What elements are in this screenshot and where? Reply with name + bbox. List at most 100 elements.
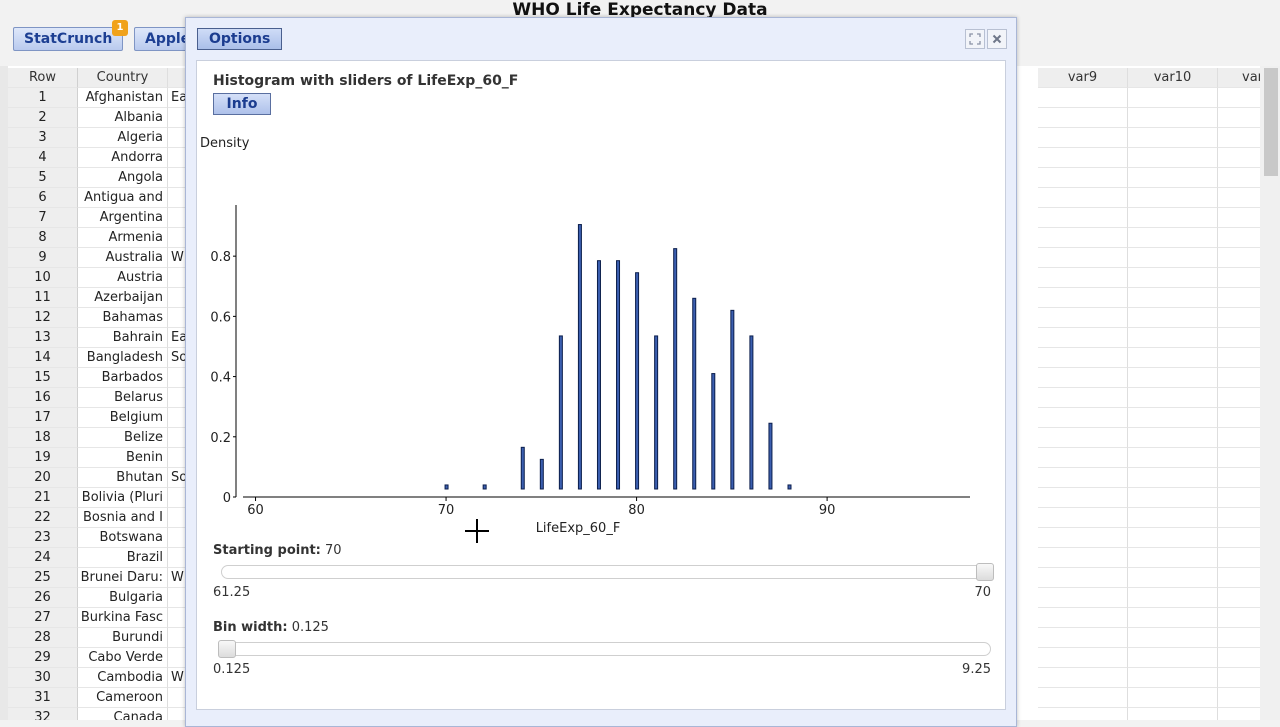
country-cell[interactable]: Brunei Daru:: [78, 568, 168, 588]
row-number-cell[interactable]: 10: [8, 268, 78, 288]
row-number-cell[interactable]: 23: [8, 528, 78, 548]
empty-cell[interactable]: [1038, 308, 1128, 328]
empty-cell[interactable]: [1128, 288, 1218, 308]
country-cell[interactable]: Benin: [78, 448, 168, 468]
empty-cell[interactable]: [1128, 328, 1218, 348]
histogram-bar[interactable]: [711, 373, 716, 490]
country-cell[interactable]: Belarus: [78, 388, 168, 408]
histogram-bar[interactable]: [596, 260, 601, 490]
grid-vertical-scrollbar[interactable]: [1260, 66, 1280, 720]
starting-point-slider[interactable]: [221, 563, 994, 581]
histogram-bar[interactable]: [616, 260, 621, 490]
empty-cell[interactable]: [1038, 228, 1128, 248]
row-number-cell[interactable]: 2: [8, 108, 78, 128]
empty-cell[interactable]: [1128, 388, 1218, 408]
row-number-cell[interactable]: 3: [8, 128, 78, 148]
country-cell[interactable]: Argentina: [78, 208, 168, 228]
empty-cell[interactable]: [1038, 348, 1128, 368]
maximize-icon[interactable]: [965, 29, 985, 49]
scrollbar-thumb[interactable]: [1264, 68, 1278, 176]
empty-cell[interactable]: [1128, 308, 1218, 328]
country-cell[interactable]: Bolivia (Pluri: [78, 488, 168, 508]
empty-cell[interactable]: [1038, 448, 1128, 468]
histogram-bar[interactable]: [692, 297, 697, 490]
header-var10[interactable]: var10: [1128, 68, 1218, 88]
row-number-cell[interactable]: 6: [8, 188, 78, 208]
row-number-cell[interactable]: 14: [8, 348, 78, 368]
row-number-cell[interactable]: 24: [8, 548, 78, 568]
country-cell[interactable]: Azerbaijan: [78, 288, 168, 308]
empty-cell[interactable]: [1038, 568, 1128, 588]
empty-cell[interactable]: [1128, 228, 1218, 248]
header-var9[interactable]: var9: [1038, 68, 1128, 88]
empty-cell[interactable]: [1128, 168, 1218, 188]
country-cell[interactable]: Bangladesh: [78, 348, 168, 368]
starting-point-handle[interactable]: [976, 563, 994, 581]
bin-width-handle[interactable]: [218, 640, 236, 658]
row-number-cell[interactable]: 21: [8, 488, 78, 508]
country-cell[interactable]: Bahrain: [78, 328, 168, 348]
empty-cell[interactable]: [1038, 648, 1128, 668]
country-cell[interactable]: Antigua and: [78, 188, 168, 208]
histogram-bar[interactable]: [520, 446, 525, 490]
empty-cell[interactable]: [1128, 408, 1218, 428]
empty-cell[interactable]: [1038, 108, 1128, 128]
empty-cell[interactable]: [1038, 468, 1128, 488]
empty-cell[interactable]: [1038, 708, 1128, 720]
header-row[interactable]: Row: [8, 68, 78, 88]
empty-cell[interactable]: [1038, 688, 1128, 708]
country-cell[interactable]: Andorra: [78, 148, 168, 168]
histogram-bar[interactable]: [635, 272, 640, 490]
empty-cell[interactable]: [1128, 448, 1218, 468]
row-number-cell[interactable]: 30: [8, 668, 78, 688]
options-button[interactable]: Options: [197, 28, 283, 50]
row-number-cell[interactable]: 31: [8, 688, 78, 708]
country-cell[interactable]: Cameroon: [78, 688, 168, 708]
close-icon[interactable]: [987, 29, 1007, 49]
empty-cell[interactable]: [1128, 468, 1218, 488]
country-cell[interactable]: Belgium: [78, 408, 168, 428]
empty-cell[interactable]: [1128, 108, 1218, 128]
header-country[interactable]: Country: [78, 68, 168, 88]
histogram-bar[interactable]: [787, 484, 792, 490]
row-number-cell[interactable]: 13: [8, 328, 78, 348]
empty-cell[interactable]: [1128, 568, 1218, 588]
row-number-cell[interactable]: 17: [8, 408, 78, 428]
empty-cell[interactable]: [1038, 128, 1128, 148]
histogram-bar[interactable]: [768, 422, 773, 490]
row-number-cell[interactable]: 12: [8, 308, 78, 328]
country-cell[interactable]: Burkina Fasc: [78, 608, 168, 628]
empty-cell[interactable]: [1038, 168, 1128, 188]
empty-cell[interactable]: [1038, 268, 1128, 288]
row-number-cell[interactable]: 29: [8, 648, 78, 668]
row-number-cell[interactable]: 1: [8, 88, 78, 108]
empty-cell[interactable]: [1038, 328, 1128, 348]
empty-cell[interactable]: [1038, 188, 1128, 208]
info-button[interactable]: Info: [213, 93, 271, 115]
histogram-bar[interactable]: [482, 484, 487, 490]
empty-cell[interactable]: [1038, 608, 1128, 628]
empty-cell[interactable]: [1128, 248, 1218, 268]
country-cell[interactable]: Bosnia and I: [78, 508, 168, 528]
empty-cell[interactable]: [1128, 548, 1218, 568]
country-cell[interactable]: Cambodia: [78, 668, 168, 688]
empty-cell[interactable]: [1128, 88, 1218, 108]
country-cell[interactable]: Botswana: [78, 528, 168, 548]
country-cell[interactable]: Armenia: [78, 228, 168, 248]
empty-cell[interactable]: [1128, 668, 1218, 688]
empty-cell[interactable]: [1038, 668, 1128, 688]
country-cell[interactable]: Austria: [78, 268, 168, 288]
row-number-cell[interactable]: 25: [8, 568, 78, 588]
row-number-cell[interactable]: 22: [8, 508, 78, 528]
country-cell[interactable]: Bahamas: [78, 308, 168, 328]
empty-cell[interactable]: [1128, 508, 1218, 528]
row-number-cell[interactable]: 26: [8, 588, 78, 608]
country-cell[interactable]: Bulgaria: [78, 588, 168, 608]
empty-cell[interactable]: [1128, 348, 1218, 368]
empty-cell[interactable]: [1038, 548, 1128, 568]
histogram-bar[interactable]: [539, 458, 544, 490]
empty-cell[interactable]: [1128, 488, 1218, 508]
empty-cell[interactable]: [1038, 88, 1128, 108]
empty-cell[interactable]: [1128, 268, 1218, 288]
empty-cell[interactable]: [1038, 508, 1128, 528]
